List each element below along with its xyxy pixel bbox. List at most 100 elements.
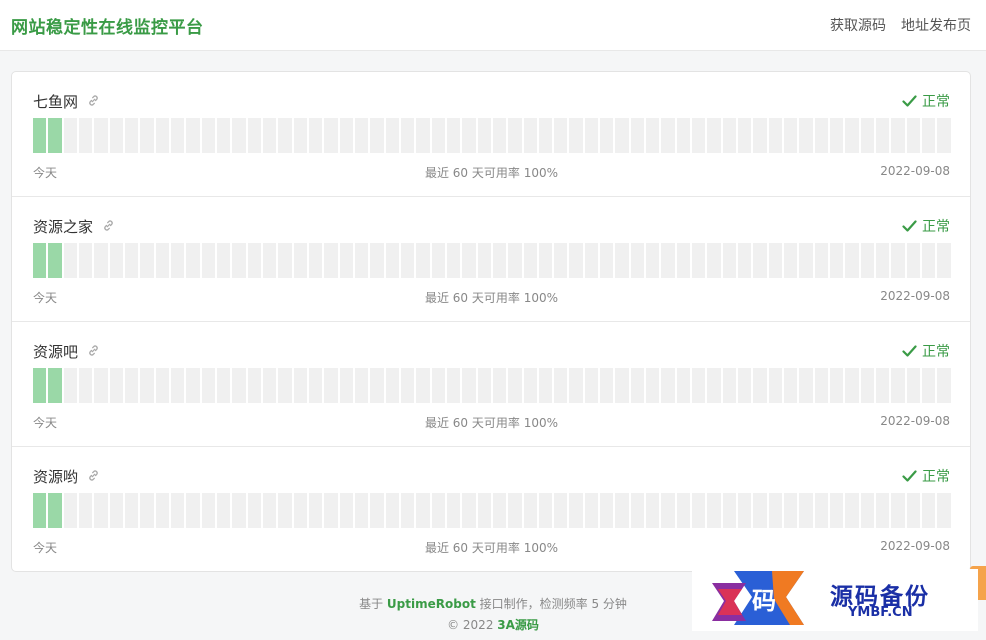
uptime-day-bar[interactable] (63, 493, 77, 528)
uptime-day-bar[interactable] (370, 368, 384, 403)
uptime-day-bar[interactable] (584, 118, 599, 153)
uptime-day-bar[interactable] (906, 368, 921, 403)
uptime-day-bar[interactable] (676, 118, 691, 153)
uptime-day-bar[interactable] (293, 368, 307, 403)
uptime-day-bar[interactable] (216, 368, 231, 403)
uptime-day-bar[interactable] (630, 493, 645, 528)
uptime-day-bar[interactable] (477, 368, 491, 403)
uptime-day-bar[interactable] (646, 118, 660, 153)
uptime-day-bar[interactable] (63, 368, 77, 403)
uptime-day-bar[interactable] (78, 368, 93, 403)
uptime-day-bar[interactable] (554, 493, 568, 528)
uptime-day-bar[interactable] (48, 368, 62, 403)
uptime-day-bar[interactable] (48, 243, 62, 278)
uptime-day-bar[interactable] (584, 493, 599, 528)
uptime-day-bar[interactable] (538, 243, 553, 278)
uptime-day-bar[interactable] (109, 368, 123, 403)
uptime-day-bar[interactable] (738, 118, 752, 153)
uptime-day-bar[interactable] (140, 493, 154, 528)
uptime-day-bar[interactable] (370, 118, 384, 153)
uptime-day-bar[interactable] (630, 118, 645, 153)
uptime-day-bar[interactable] (201, 368, 215, 403)
uptime-day-bar[interactable] (707, 493, 721, 528)
uptime-day-bar[interactable] (186, 118, 200, 153)
uptime-day-bar[interactable] (109, 493, 123, 528)
uptime-day-bar[interactable] (94, 368, 108, 403)
uptime-day-bar[interactable] (124, 118, 139, 153)
uptime-day-bar[interactable] (584, 368, 599, 403)
uptime-day-bar[interactable] (416, 493, 430, 528)
uptime-day-bar[interactable] (569, 493, 583, 528)
uptime-day-bar[interactable] (768, 493, 783, 528)
uptime-day-bar[interactable] (431, 243, 445, 278)
uptime-day-bar[interactable] (308, 368, 323, 403)
uptime-day-bar[interactable] (830, 368, 844, 403)
uptime-day-bar[interactable] (891, 368, 905, 403)
uptime-day-bar[interactable] (569, 243, 583, 278)
uptime-day-bar[interactable] (339, 368, 353, 403)
uptime-day-bar[interactable] (140, 368, 154, 403)
uptime-day-bar[interactable] (308, 118, 323, 153)
uptime-day-bar[interactable] (661, 243, 675, 278)
uptime-day-bar[interactable] (293, 118, 307, 153)
uptime-day-bar[interactable] (339, 493, 353, 528)
uptime-day-bar[interactable] (830, 243, 844, 278)
uptime-day-bar[interactable] (814, 493, 829, 528)
uptime-day-bar[interactable] (768, 368, 783, 403)
uptime-day-bar[interactable] (155, 493, 169, 528)
uptime-day-bar[interactable] (860, 243, 875, 278)
uptime-day-bar[interactable] (753, 368, 767, 403)
site-title[interactable]: 网站稳定性在线监控平台 (11, 13, 204, 38)
uptime-day-bar[interactable] (354, 368, 369, 403)
uptime-day-bar[interactable] (94, 118, 108, 153)
uptime-day-bar[interactable] (247, 368, 261, 403)
uptime-day-bar[interactable] (508, 118, 522, 153)
uptime-day-bar[interactable] (370, 493, 384, 528)
uptime-day-bar[interactable] (201, 493, 215, 528)
uptime-day-bar[interactable] (523, 118, 537, 153)
uptime-day-bar[interactable] (262, 243, 277, 278)
uptime-day-bar[interactable] (830, 493, 844, 528)
uptime-day-bar[interactable] (324, 368, 338, 403)
uptime-day-bar[interactable] (155, 243, 169, 278)
uptime-day-bar[interactable] (860, 368, 875, 403)
uptime-day-bar[interactable] (416, 243, 430, 278)
uptime-day-bar[interactable] (170, 243, 185, 278)
uptime-day-bar[interactable] (615, 493, 629, 528)
uptime-day-bar[interactable] (278, 118, 292, 153)
uptime-day-bar[interactable] (738, 243, 752, 278)
uptime-day-bar[interactable] (155, 368, 169, 403)
uptime-day-bar[interactable] (630, 243, 645, 278)
uptime-day-bar[interactable] (692, 118, 706, 153)
uptime-day-bar[interactable] (845, 493, 859, 528)
uptime-day-bar[interactable] (477, 118, 491, 153)
uptime-day-bar[interactable] (94, 493, 108, 528)
uptime-day-bar[interactable] (876, 368, 890, 403)
uptime-day-bar[interactable] (906, 243, 921, 278)
uptime-day-bar[interactable] (508, 493, 522, 528)
uptime-day-bar[interactable] (477, 493, 491, 528)
uptime-day-bar[interactable] (385, 493, 399, 528)
uptime-day-bar[interactable] (707, 118, 721, 153)
uptime-day-bar[interactable] (692, 243, 706, 278)
uptime-day-bar[interactable] (937, 118, 951, 153)
uptime-day-bar[interactable] (170, 368, 185, 403)
uptime-day-bar[interactable] (354, 493, 369, 528)
uptime-day-bar[interactable] (937, 493, 951, 528)
uptime-day-bar[interactable] (385, 118, 399, 153)
uptime-day-bar[interactable] (569, 118, 583, 153)
uptime-day-bar[interactable] (124, 243, 139, 278)
uptime-day-bar[interactable] (753, 493, 767, 528)
uptime-day-bar[interactable] (78, 118, 93, 153)
uptime-day-bar[interactable] (293, 243, 307, 278)
uptime-day-bar[interactable] (186, 368, 200, 403)
uptime-day-bar[interactable] (661, 493, 675, 528)
uptime-day-bar[interactable] (508, 368, 522, 403)
uptime-day-bar[interactable] (262, 493, 277, 528)
uptime-day-bar[interactable] (33, 493, 47, 528)
uptime-day-bar[interactable] (33, 243, 47, 278)
uptime-day-bar[interactable] (799, 118, 813, 153)
uptime-day-bar[interactable] (814, 368, 829, 403)
uptime-day-bar[interactable] (569, 368, 583, 403)
uptime-day-bar[interactable] (615, 243, 629, 278)
